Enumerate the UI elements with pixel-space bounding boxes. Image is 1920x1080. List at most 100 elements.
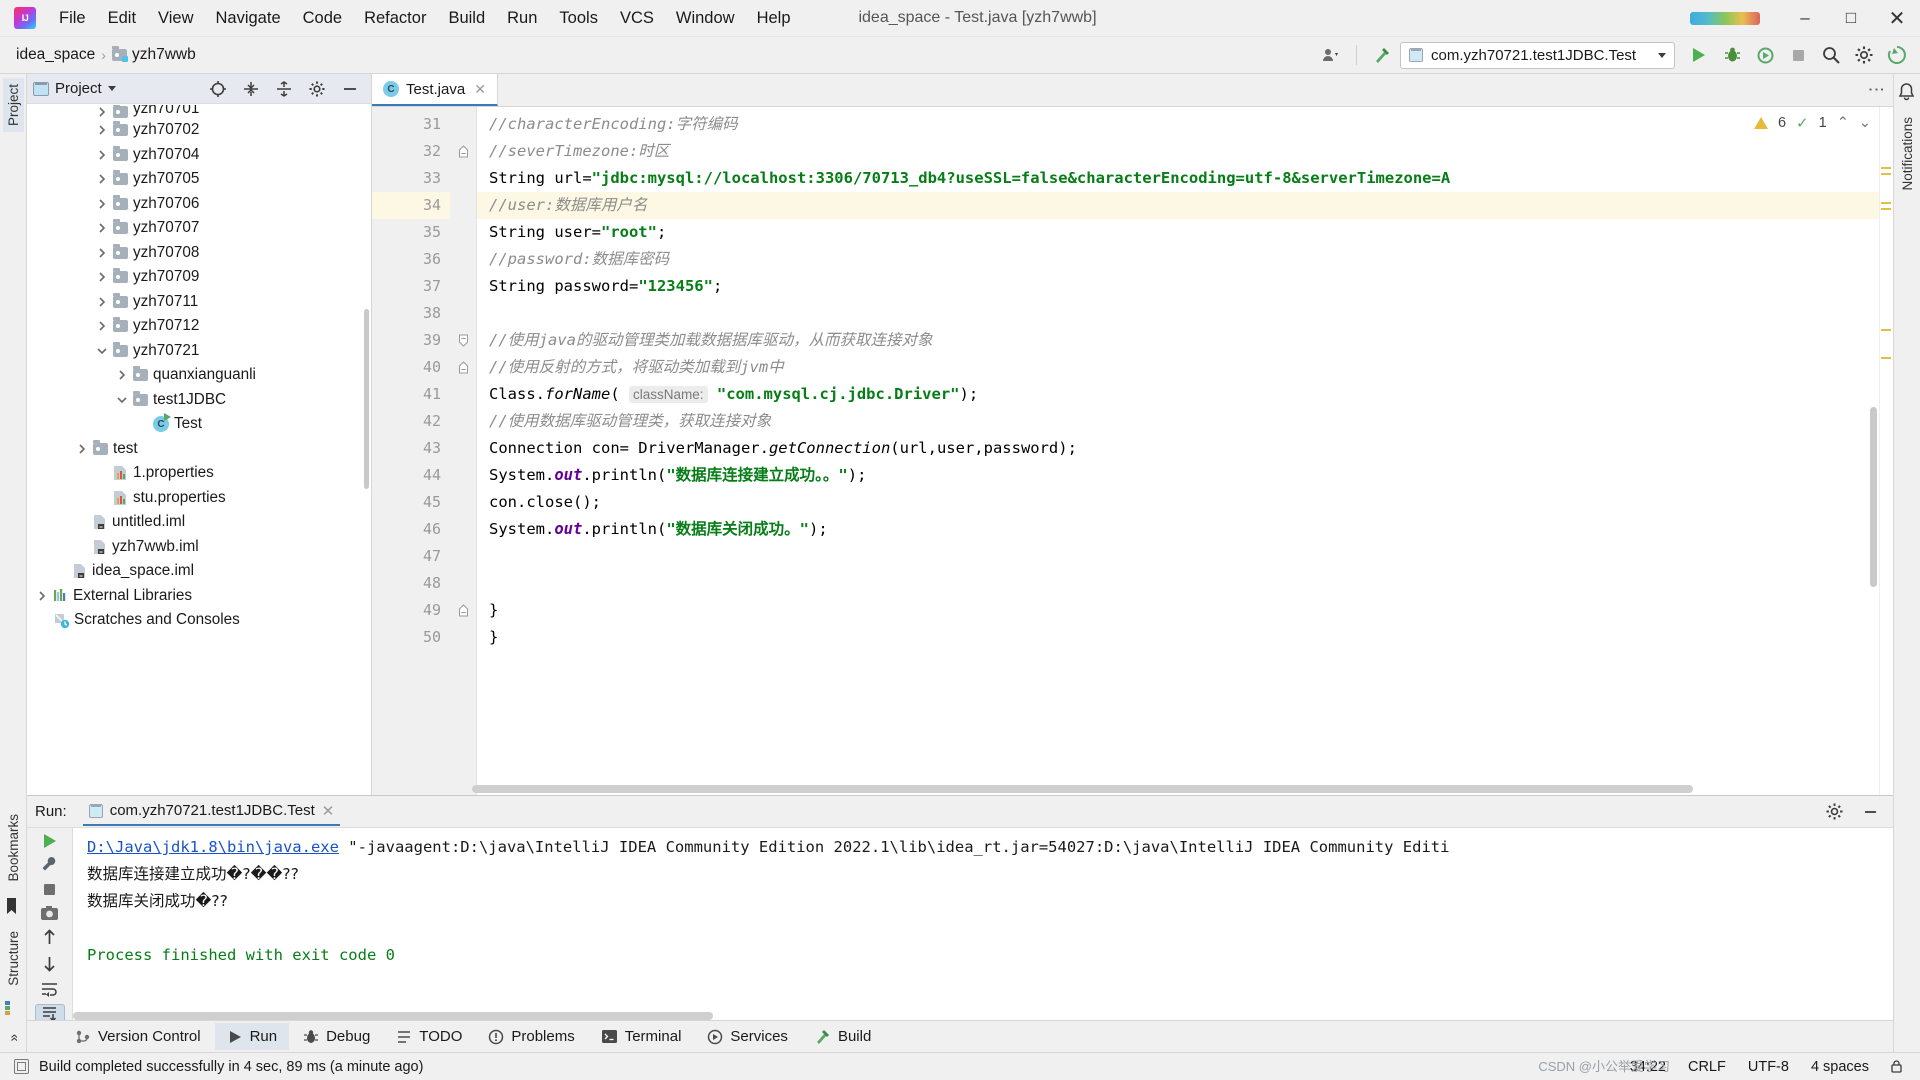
bottom-tab-build[interactable]: Build [802, 1023, 883, 1050]
chevron-right-icon[interactable] [95, 320, 108, 332]
menu-item-window[interactable]: Window [665, 5, 746, 32]
menu-item-code[interactable]: Code [292, 5, 353, 32]
fold-end-icon[interactable] [450, 138, 476, 165]
expand-rail-button[interactable]: » [3, 1028, 24, 1048]
expand-all-button[interactable] [236, 74, 266, 104]
chevron-down-icon[interactable] [115, 395, 128, 405]
chevron-right-icon[interactable] [95, 296, 108, 308]
collapse-all-button[interactable] [269, 74, 299, 104]
tree-node-yzh70701[interactable]: yzh70701 [27, 105, 371, 118]
code-line[interactable]: String password="123456"; [477, 273, 1893, 300]
settings-gear-button[interactable] [1849, 40, 1879, 70]
tree-scrollbar[interactable] [364, 309, 369, 489]
tree-node-external-libraries[interactable]: External Libraries [27, 584, 371, 609]
bottom-tab-terminal[interactable]: Terminal [589, 1023, 694, 1050]
rerun-button[interactable] [35, 834, 65, 848]
chevron-right-icon[interactable] [95, 271, 108, 283]
breadcrumb-item-yzh7wwb[interactable]: yzh7wwb [111, 46, 196, 64]
user-account-button[interactable] [1316, 40, 1346, 70]
tree-node-yzh70712[interactable]: yzh70712 [27, 314, 371, 339]
code-line[interactable]: //password:数据库密码 [477, 246, 1893, 273]
bottom-tab-problems[interactable]: Problems [476, 1023, 586, 1050]
sidebar-item-structure[interactable]: Structure [3, 925, 24, 992]
line-separator[interactable]: CRLF [1688, 1059, 1726, 1075]
code-line[interactable]: Connection con= DriverManager.getConnect… [477, 435, 1893, 462]
chevron-right-icon[interactable] [75, 443, 88, 455]
maximize-button[interactable]: □ [1828, 0, 1874, 37]
tree-node-1-properties[interactable]: 1.properties [27, 461, 371, 486]
locate-file-button[interactable] [203, 74, 233, 104]
run-tab-test[interactable]: com.yzh70721.test1JDBC.Test ✕ [82, 798, 341, 826]
caret-position[interactable]: 34:22 [1630, 1059, 1666, 1075]
console-output[interactable]: D:\Java\jdk1.8\bin\java.exe "-javaagent:… [73, 828, 1893, 1020]
hide-run-panel-button[interactable] [1855, 797, 1885, 827]
tree-node-untitled-iml[interactable]: untitled.iml [27, 510, 371, 535]
stop-button[interactable] [1783, 40, 1813, 70]
code-line[interactable]: String user="root"; [477, 219, 1893, 246]
menu-item-build[interactable]: Build [437, 5, 496, 32]
build-hammer-button[interactable] [1367, 40, 1397, 70]
chevron-right-icon[interactable] [95, 124, 108, 136]
update-project-button[interactable] [1882, 40, 1912, 70]
menu-item-view[interactable]: View [147, 5, 204, 32]
tree-node-yzh70707[interactable]: yzh70707 [27, 216, 371, 241]
fold-start-icon[interactable] [450, 327, 476, 354]
project-tree[interactable]: yzh70701 yzh70702 yzh70704 yzh70705 yzh70706… [27, 104, 371, 795]
tree-node-yzh70708[interactable]: yzh70708 [27, 241, 371, 266]
chevron-right-icon[interactable] [95, 173, 108, 185]
search-everywhere-button[interactable] [1816, 40, 1846, 70]
breadcrumb-item-idea-space[interactable]: idea_space [16, 46, 95, 64]
tree-node-scratches-and-consoles[interactable]: Scratches and Consoles [27, 608, 371, 633]
run-configuration-selector[interactable]: com.yzh70721.test1JDBC.Test [1400, 41, 1675, 69]
tab-test-java[interactable]: C Test.java ✕ [372, 74, 498, 106]
chevron-down-icon[interactable] [107, 86, 116, 91]
menu-item-help[interactable]: Help [746, 5, 802, 32]
scroll-up-button[interactable] [35, 928, 65, 947]
stop-button[interactable] [35, 881, 65, 898]
menu-item-tools[interactable]: Tools [548, 5, 609, 32]
soft-wrap-button[interactable] [35, 980, 65, 997]
close-button[interactable]: ✕ [1874, 0, 1920, 37]
debug-button[interactable] [1717, 40, 1747, 70]
run-button[interactable] [1684, 40, 1714, 70]
fold-end-icon[interactable] [450, 354, 476, 381]
next-problem-icon[interactable]: ⌄ [1859, 115, 1871, 131]
fold-end-icon[interactable] [450, 597, 476, 624]
code-line[interactable]: String url="jdbc:mysql://localhost:3306/… [477, 165, 1893, 192]
inspection-widget[interactable]: 6 ✓ 1 ⌃ ⌄ [1753, 114, 1871, 132]
bottom-tab-services[interactable]: Services [695, 1023, 800, 1050]
tree-node-yzh7wwb-iml[interactable]: yzh7wwb.iml [27, 535, 371, 560]
status-layout-icon[interactable] [14, 1059, 29, 1074]
wrench-button[interactable] [35, 855, 65, 874]
lock-icon[interactable] [1891, 1060, 1902, 1073]
tree-node-test1jdbc[interactable]: test1JDBC [27, 388, 371, 413]
menu-item-edit[interactable]: Edit [97, 5, 147, 32]
sidebar-item-notifications[interactable]: Notifications [1897, 111, 1918, 197]
chevron-right-icon[interactable] [95, 222, 108, 234]
tree-node-yzh70709[interactable]: yzh70709 [27, 265, 371, 290]
tree-node-yzh70705[interactable]: yzh70705 [27, 167, 371, 192]
editor-vertical-scrollbar[interactable] [1870, 407, 1877, 587]
tree-node-yzh70702[interactable]: yzh70702 [27, 118, 371, 143]
fold-gutter[interactable] [450, 107, 476, 795]
code-line[interactable]: System.out.println("数据库连接建立成功。。"); [477, 462, 1893, 489]
more-options-icon[interactable]: ⋮ [1866, 81, 1886, 99]
tree-node-quanxianguanli[interactable]: quanxianguanli [27, 363, 371, 388]
code-line[interactable] [477, 543, 1893, 570]
code-line[interactable]: //user:数据库用户名 [477, 192, 1893, 219]
menu-item-run[interactable]: Run [496, 5, 548, 32]
menu-item-vcs[interactable]: VCS [609, 5, 665, 32]
editor-horizontal-scrollbar[interactable] [472, 785, 1693, 793]
sidebar-item-bookmarks[interactable]: Bookmarks [3, 808, 24, 888]
project-settings-button[interactable] [302, 74, 332, 104]
bottom-tab-run[interactable]: Run [214, 1023, 290, 1050]
tree-node-yzh70704[interactable]: yzh70704 [27, 143, 371, 168]
tree-node-test[interactable]: C Test [27, 412, 371, 437]
inspection-strip[interactable] [1879, 107, 1893, 795]
chevron-right-icon[interactable] [115, 369, 128, 381]
minimize-button[interactable]: – [1782, 0, 1828, 37]
code-line[interactable]: } [477, 624, 1893, 651]
bottom-tab-debug[interactable]: Debug [291, 1023, 382, 1050]
bottom-tab-todo[interactable]: TODO [384, 1023, 474, 1050]
indent-setting[interactable]: 4 spaces [1811, 1059, 1869, 1075]
